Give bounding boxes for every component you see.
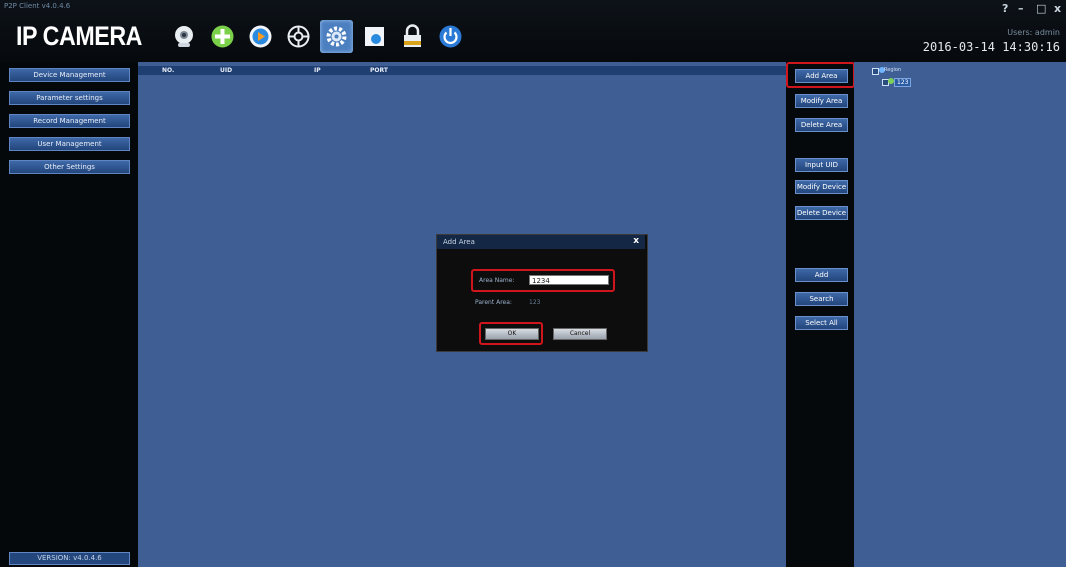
add-device-button[interactable]	[206, 20, 239, 53]
lock-icon	[404, 24, 421, 47]
add-area-dialog: Add Area x Area Name: 1234 Parent Area: …	[436, 234, 648, 352]
modify-area-button[interactable]: Modify Area	[795, 94, 848, 108]
maximize-button[interactable]: □	[1036, 2, 1046, 15]
column-header-uid[interactable]: UID	[220, 66, 232, 75]
tree-root-node[interactable]: Region	[884, 67, 901, 73]
area-tree-panel: Region 123	[854, 62, 1066, 567]
version-label: VERSION: v4.0.4.6	[9, 552, 130, 565]
playback-button[interactable]	[244, 20, 277, 53]
input-uid-button[interactable]: Input UID	[795, 158, 848, 172]
log-icon	[365, 27, 384, 46]
camera-button[interactable]	[168, 20, 201, 53]
expand-toggle-icon[interactable]	[872, 68, 879, 75]
device-list-panel: NO. UID IP PORT Add Area x Area Name: 12…	[138, 62, 786, 567]
sidebar-item-other-settings[interactable]: Other Settings	[9, 160, 130, 174]
sidebar-item-parameter-settings[interactable]: Parameter settings	[9, 91, 130, 105]
ptz-control-button[interactable]	[282, 20, 315, 53]
settings-button[interactable]	[320, 20, 353, 53]
window-title: P2P Client v4.0.4.6	[4, 2, 71, 10]
add-button[interactable]: Add	[795, 268, 848, 282]
column-header-port[interactable]: PORT	[370, 66, 388, 75]
power-icon	[439, 25, 462, 48]
action-bar: Add Area Modify Area Delete Area Input U…	[786, 62, 855, 567]
app-logo: IP CAMERA	[16, 21, 143, 51]
area-name-highlight	[471, 269, 615, 292]
add-area-highlight	[786, 62, 855, 88]
column-header-no[interactable]: NO.	[162, 66, 174, 75]
sidebar: Device Management Parameter settings Rec…	[0, 62, 138, 567]
close-window-button[interactable]: x	[1054, 2, 1061, 15]
column-header-ip[interactable]: IP	[314, 66, 321, 75]
ptz-control-icon	[287, 25, 310, 48]
modify-device-button[interactable]: Modify Device	[795, 180, 848, 194]
current-user: Users: admin	[1007, 28, 1060, 37]
ok-highlight	[479, 322, 543, 345]
settings-gear-icon	[326, 26, 347, 47]
select-all-button[interactable]: Select All	[795, 316, 848, 330]
parent-area-value: 123	[529, 299, 541, 306]
table-header: NO. UID IP PORT	[138, 66, 786, 75]
help-button[interactable]: ?	[1002, 2, 1008, 15]
search-button[interactable]: Search	[795, 292, 848, 306]
log-button[interactable]	[358, 20, 391, 53]
sidebar-item-device-management[interactable]: Device Management	[9, 68, 130, 82]
dialog-title-bar: Add Area	[437, 235, 645, 249]
dialog-close-button[interactable]: x	[633, 236, 639, 246]
datetime: 2016-03-14 14:30:16	[922, 40, 1060, 54]
title-bar: P2P Client v4.0.4.6 IP CAMERA ? – □ x Us…	[0, 0, 1066, 62]
tree-child-node[interactable]: 123	[894, 78, 912, 87]
lock-button[interactable]	[396, 20, 429, 53]
sidebar-item-user-management[interactable]: User Management	[9, 137, 130, 151]
delete-area-button[interactable]: Delete Area	[795, 118, 848, 132]
add-device-icon	[211, 25, 234, 48]
camera-icon	[175, 26, 193, 47]
playback-icon	[249, 25, 272, 48]
minimize-button[interactable]: –	[1018, 2, 1024, 15]
power-button[interactable]	[434, 20, 467, 53]
delete-device-button[interactable]: Delete Device	[795, 206, 848, 220]
parent-area-label: Parent Area:	[475, 299, 512, 306]
sidebar-item-record-management[interactable]: Record Management	[9, 114, 130, 128]
cancel-button[interactable]: Cancel	[553, 328, 607, 340]
dialog-title: Add Area	[443, 238, 475, 246]
